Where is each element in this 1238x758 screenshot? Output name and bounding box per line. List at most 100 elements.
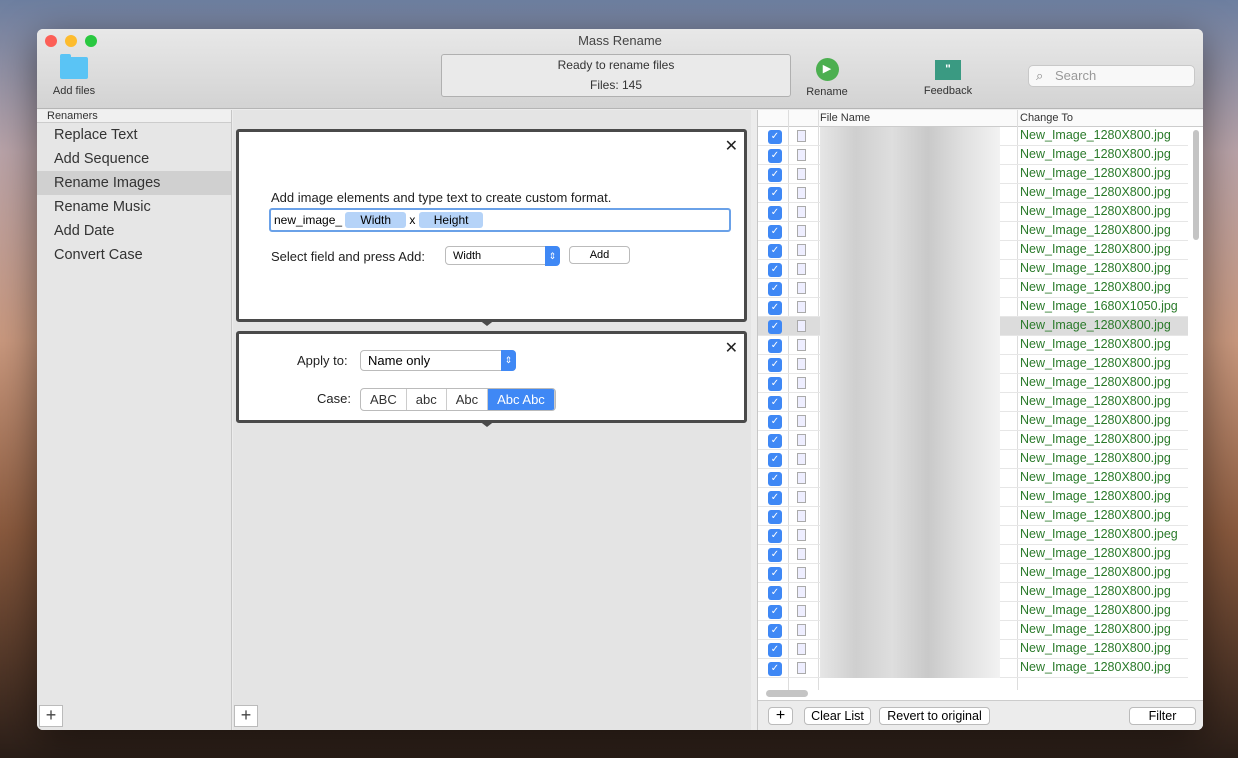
checkbox[interactable]: ✓	[768, 491, 782, 505]
sidebar-item[interactable]: Rename Images	[37, 171, 231, 195]
new-name: New_Image_1280X800.jpg	[1020, 432, 1171, 446]
table-row[interactable]: ✓ New_Image_1280X800.jpg	[758, 621, 1188, 640]
checkbox[interactable]: ✓	[768, 168, 782, 182]
checkbox[interactable]: ✓	[768, 130, 782, 144]
checkbox[interactable]: ✓	[768, 187, 782, 201]
file-list: File Name Change To ✓ New_Image_1280X800.…	[757, 110, 1203, 730]
checkbox[interactable]: ✓	[768, 510, 782, 524]
checkbox[interactable]: ✓	[768, 263, 782, 277]
checkbox[interactable]: ✓	[768, 624, 782, 638]
table-row[interactable]: ✓ New_Image_1680X1050.jpg	[758, 298, 1188, 317]
table-row[interactable]: ✓ New_Image_1280X800.jpg	[758, 507, 1188, 526]
checkbox[interactable]: ✓	[768, 225, 782, 239]
table-row[interactable]: ✓ New_Image_1280X800.jpg	[758, 374, 1188, 393]
table-row[interactable]: ✓ New_Image_1280X800.jpeg	[758, 526, 1188, 545]
checkbox[interactable]: ✓	[768, 415, 782, 429]
table-row[interactable]: ✓ New_Image_1280X800.jpg	[758, 241, 1188, 260]
table-row[interactable]: ✓ New_Image_1280X800.jpg	[758, 336, 1188, 355]
sidebar-item[interactable]: Replace Text	[37, 123, 231, 147]
checkbox[interactable]: ✓	[768, 605, 782, 619]
add-files-button[interactable]: Add files	[47, 54, 101, 97]
sidebar-item[interactable]: Add Date	[37, 219, 231, 243]
feedback-button[interactable]: " Feedback	[917, 60, 979, 97]
new-name: New_Image_1280X800.jpg	[1020, 147, 1171, 161]
table-row[interactable]: ✓ New_Image_1280X800.jpg	[758, 583, 1188, 602]
close-icon[interactable]: ✕	[725, 136, 738, 156]
table-row[interactable]: ✓ New_Image_1280X800.jpg	[758, 355, 1188, 374]
add-step-button[interactable]: +	[234, 705, 258, 727]
table-row[interactable]: ✓ New_Image_1280X800.jpg	[758, 260, 1188, 279]
sidebar-item[interactable]: Rename Music	[37, 195, 231, 219]
checkbox[interactable]: ✓	[768, 358, 782, 372]
format-token-field[interactable]: new_image_ Width x Height	[269, 208, 731, 232]
field-select[interactable]: Width ⇕	[445, 246, 560, 266]
case-option[interactable]: Abc Abc	[488, 389, 555, 410]
table-row[interactable]: ✓ New_Image_1280X800.jpg	[758, 317, 1188, 336]
rename-button[interactable]: ▶ Rename	[797, 58, 857, 98]
checkbox[interactable]: ✓	[768, 320, 782, 334]
checkbox[interactable]: ✓	[768, 244, 782, 258]
sidebar-item[interactable]: Convert Case	[37, 243, 231, 267]
table-row[interactable]: ✓ New_Image_1280X800.jpg	[758, 165, 1188, 184]
checkbox[interactable]: ✓	[768, 643, 782, 657]
image-file-icon	[797, 206, 806, 218]
table-row[interactable]: ✓ New_Image_1280X800.jpg	[758, 431, 1188, 450]
clear-list-button[interactable]: Clear List	[804, 707, 871, 725]
checkbox[interactable]: ✓	[768, 282, 782, 296]
add-renamer-button[interactable]: +	[39, 705, 63, 727]
checkbox[interactable]: ✓	[768, 301, 782, 315]
checkbox[interactable]: ✓	[768, 453, 782, 467]
column-change-to[interactable]: Change To	[1020, 112, 1073, 124]
new-name: New_Image_1280X800.jpg	[1020, 451, 1171, 465]
table-row[interactable]: ✓ New_Image_1280X800.jpg	[758, 545, 1188, 564]
panel-connector	[478, 420, 496, 427]
case-option[interactable]: abc	[407, 389, 447, 410]
add-field-button[interactable]: Add	[569, 246, 630, 264]
vertical-scrollbar[interactable]	[1193, 130, 1199, 240]
image-file-icon	[797, 301, 806, 313]
new-name: New_Image_1280X800.jpg	[1020, 508, 1171, 522]
checkbox[interactable]: ✓	[768, 339, 782, 353]
checkbox[interactable]: ✓	[768, 206, 782, 220]
table-row[interactable]: ✓ New_Image_1280X800.jpg	[758, 659, 1188, 678]
table-row[interactable]: ✓ New_Image_1280X800.jpg	[758, 564, 1188, 583]
horizontal-scrollbar[interactable]	[766, 690, 808, 697]
checkbox[interactable]: ✓	[768, 377, 782, 391]
checkbox[interactable]: ✓	[768, 548, 782, 562]
case-option[interactable]: ABC	[361, 389, 407, 410]
table-row[interactable]: ✓ New_Image_1280X800.jpg	[758, 279, 1188, 298]
checkbox[interactable]: ✓	[768, 396, 782, 410]
filter-button[interactable]: Filter	[1129, 707, 1196, 725]
table-row[interactable]: ✓ New_Image_1280X800.jpg	[758, 203, 1188, 222]
case-option[interactable]: Abc	[447, 389, 489, 410]
width-token[interactable]: Width	[345, 212, 407, 228]
apply-to-select[interactable]: Name only ⇕	[360, 350, 516, 371]
image-file-icon	[797, 643, 806, 655]
table-row[interactable]: ✓ New_Image_1280X800.jpg	[758, 602, 1188, 621]
table-row[interactable]: ✓ New_Image_1280X800.jpg	[758, 412, 1188, 431]
table-row[interactable]: ✓ New_Image_1280X800.jpg	[758, 469, 1188, 488]
checkbox[interactable]: ✓	[768, 529, 782, 543]
checkbox[interactable]: ✓	[768, 586, 782, 600]
add-file-button[interactable]: +	[768, 707, 793, 725]
table-row[interactable]: ✓ New_Image_1280X800.jpg	[758, 184, 1188, 203]
column-file-name[interactable]: File Name	[820, 112, 870, 124]
table-row[interactable]: ✓ New_Image_1280X800.jpg	[758, 450, 1188, 469]
table-row[interactable]: ✓ New_Image_1280X800.jpg	[758, 488, 1188, 507]
table-row[interactable]: ✓ New_Image_1280X800.jpg	[758, 393, 1188, 412]
table-row[interactable]: ✓ New_Image_1280X800.jpg	[758, 146, 1188, 165]
image-file-icon	[797, 548, 806, 560]
revert-to-original-button[interactable]: Revert to original	[879, 707, 990, 725]
table-row[interactable]: ✓ New_Image_1280X800.jpg	[758, 640, 1188, 659]
checkbox[interactable]: ✓	[768, 567, 782, 581]
table-row[interactable]: ✓ New_Image_1280X800.jpg	[758, 222, 1188, 241]
checkbox[interactable]: ✓	[768, 149, 782, 163]
sidebar-item[interactable]: Add Sequence	[37, 147, 231, 171]
checkbox[interactable]: ✓	[768, 434, 782, 448]
table-row[interactable]: ✓ New_Image_1280X800.jpg	[758, 127, 1188, 146]
close-icon[interactable]: ✕	[725, 338, 738, 358]
checkbox[interactable]: ✓	[768, 662, 782, 676]
search-input[interactable]: ⌕ Search	[1028, 65, 1195, 87]
checkbox[interactable]: ✓	[768, 472, 782, 486]
height-token[interactable]: Height	[418, 212, 484, 228]
